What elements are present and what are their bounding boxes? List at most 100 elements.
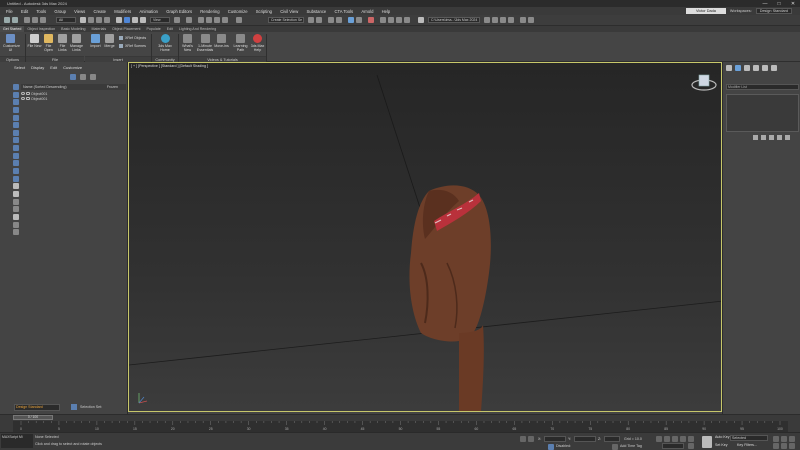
- whats-new-button[interactable]: What's New: [180, 34, 195, 52]
- display-children-icon[interactable]: [13, 198, 19, 205]
- key-filters-button[interactable]: Key Filters...: [737, 443, 757, 447]
- menu-create[interactable]: Create: [93, 9, 106, 14]
- modifier-list-dropdown[interactable]: Modifier List: [726, 84, 799, 90]
- create-tab-icon[interactable]: [726, 65, 732, 71]
- toolbar-extra-5-icon[interactable]: [520, 17, 526, 23]
- utilities-tab-icon[interactable]: [771, 65, 777, 71]
- modifier-stack[interactable]: [726, 94, 799, 132]
- file-open-button[interactable]: File Open: [41, 34, 56, 52]
- explorer-filter-icon[interactable]: [70, 74, 76, 80]
- configure-modifier-sets-icon[interactable]: [785, 135, 790, 140]
- track-bar[interactable]: 0 5 10 15 20 25 30 35 40 45 50 55 60 65 70 75 80 85 90 95 10…: [13, 421, 788, 432]
- xref-scenes-button[interactable]: XRef Scenes: [119, 44, 146, 48]
- hierarchy-tab-icon[interactable]: [744, 65, 750, 71]
- zoom-extents-icon[interactable]: [789, 436, 795, 442]
- 3ds-max-help-button[interactable]: 3ds Max Help: [250, 34, 265, 52]
- display-bones-icon[interactable]: [13, 145, 19, 152]
- display-tab-icon[interactable]: [762, 65, 768, 71]
- selection-filter-dropdown[interactable]: All: [56, 17, 76, 23]
- merge-button[interactable]: Merge: [102, 34, 117, 48]
- minimize-button[interactable]: —: [758, 0, 772, 7]
- add-time-tag-button[interactable]: Add Time Tag: [620, 444, 642, 448]
- display-frozen-icon[interactable]: [13, 160, 19, 167]
- schematic-view-icon[interactable]: [356, 17, 362, 23]
- display-influences-icon[interactable]: [13, 206, 19, 213]
- menu-scripting[interactable]: Scripting: [256, 9, 272, 14]
- x-coord-field[interactable]: [544, 436, 566, 442]
- spinner-snap-icon[interactable]: [222, 17, 228, 23]
- display-all-icon[interactable]: [13, 175, 19, 182]
- render-production-icon[interactable]: [396, 17, 402, 23]
- xref-objects-button[interactable]: XRef Objects: [119, 36, 146, 40]
- percent-snap-icon[interactable]: [214, 17, 220, 23]
- explorer-menu-customize[interactable]: Customize: [63, 65, 82, 70]
- play-icon[interactable]: [672, 436, 678, 442]
- menu-cta-tools[interactable]: CTA Tools: [334, 9, 353, 14]
- display-cameras-icon[interactable]: [13, 106, 19, 113]
- render-teapot-icon[interactable]: [26, 92, 30, 95]
- filter-icon[interactable]: [13, 221, 19, 228]
- menu-civil-view[interactable]: Civil View: [280, 9, 298, 14]
- absolute-mode-icon[interactable]: [528, 436, 534, 442]
- learning-path-button[interactable]: Learning Path: [232, 34, 249, 52]
- project-folder-icon[interactable]: [418, 17, 424, 23]
- redo-icon[interactable]: [12, 17, 18, 23]
- display-xrefs-icon[interactable]: [13, 137, 19, 144]
- toolbar-extra-1-icon[interactable]: [484, 17, 490, 23]
- visibility-eye-icon[interactable]: [21, 97, 25, 100]
- menu-tools[interactable]: Tools: [36, 9, 46, 14]
- tree-row[interactable]: Object001: [21, 96, 126, 101]
- toggle-scene-explorer-icon[interactable]: [328, 17, 334, 23]
- select-by-name-icon[interactable]: [88, 17, 94, 23]
- toolbar-extra-3-icon[interactable]: [500, 17, 506, 23]
- move-ins-button[interactable]: Move-ins: [214, 34, 229, 48]
- orbit-icon[interactable]: [781, 443, 787, 449]
- explorer-menu-edit[interactable]: Edit: [50, 65, 57, 70]
- show-end-result-icon[interactable]: [761, 135, 766, 140]
- display-space-warps-icon[interactable]: [13, 122, 19, 129]
- one-minute-essentials-button[interactable]: 1-Minute Essentials: [196, 34, 214, 52]
- search-icon[interactable]: [13, 229, 19, 236]
- display-invert-icon[interactable]: [13, 190, 19, 197]
- perspective-viewport[interactable]: [ + ] [Perspective ] [Standard ] [Defaul…: [128, 62, 722, 412]
- next-frame-icon[interactable]: [680, 436, 686, 442]
- project-path-dropdown[interactable]: C:\Users\Ima...\3ds Max 2024: [428, 17, 480, 23]
- remove-modifier-icon[interactable]: [777, 135, 782, 140]
- close-button[interactable]: ✕: [786, 0, 800, 7]
- file-links-button[interactable]: File Links: [55, 34, 70, 52]
- display-shapes-icon[interactable]: [13, 91, 19, 98]
- render-in-cloud-icon[interactable]: [404, 17, 410, 23]
- menu-group[interactable]: Group: [54, 9, 66, 14]
- align-icon[interactable]: [316, 17, 322, 23]
- menu-customize[interactable]: Customize: [228, 9, 248, 14]
- previous-frame-icon[interactable]: [664, 436, 670, 442]
- menu-arnold[interactable]: Arnold: [361, 9, 373, 14]
- menu-help[interactable]: Help: [382, 9, 391, 14]
- scale-icon[interactable]: [132, 17, 138, 23]
- menu-graph-editors[interactable]: Graph Editors: [166, 9, 192, 14]
- z-coord-field[interactable]: [604, 436, 620, 442]
- maximize-button[interactable]: □: [772, 0, 786, 7]
- auto-key-button[interactable]: Auto Key: [715, 435, 730, 439]
- menu-substance[interactable]: Substance: [306, 9, 326, 14]
- rectangular-selection-icon[interactable]: [96, 17, 102, 23]
- display-hidden-icon[interactable]: [13, 168, 19, 175]
- edit-named-selection-icon[interactable]: [236, 17, 242, 23]
- key-selection-dropdown[interactable]: Selected: [730, 435, 768, 441]
- go-to-end-icon[interactable]: [688, 436, 694, 442]
- selection-set-icon[interactable]: [71, 404, 77, 410]
- placement-icon[interactable]: [140, 17, 146, 23]
- explorer-sort-icon[interactable]: [90, 74, 96, 80]
- current-frame-field[interactable]: [662, 443, 684, 449]
- layer-dropdown[interactable]: Design Standard: [14, 403, 60, 411]
- snaps-toggle-icon[interactable]: [198, 17, 204, 23]
- pivot-center-icon[interactable]: [174, 17, 180, 23]
- menu-animation[interactable]: Animation: [139, 9, 158, 14]
- mirror-icon[interactable]: [308, 17, 314, 23]
- manage-links-button[interactable]: Manage Links: [69, 34, 84, 52]
- motion-tab-icon[interactable]: [753, 65, 759, 71]
- time-configuration-icon[interactable]: [688, 443, 694, 449]
- display-lights-icon[interactable]: [13, 99, 19, 106]
- visibility-eye-icon[interactable]: [21, 92, 25, 95]
- material-editor-icon[interactable]: [368, 17, 374, 23]
